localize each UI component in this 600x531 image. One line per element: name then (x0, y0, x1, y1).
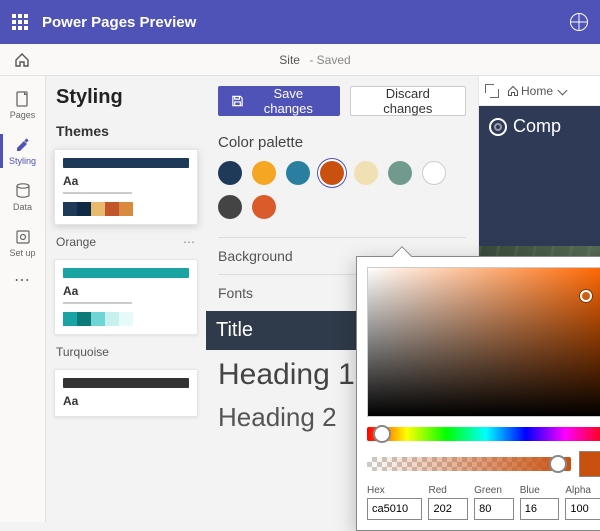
center-panel: Save changes Discard changes Color palet… (206, 76, 478, 522)
hex-input[interactable] (367, 498, 422, 520)
rail-label: Styling (9, 156, 36, 166)
current-color-chip (579, 451, 600, 477)
theme-sample-text: Aa (63, 394, 189, 408)
brush-icon (14, 136, 32, 154)
rail-item-data[interactable]: Data (0, 174, 46, 220)
theme-more[interactable]: ⋯ (183, 235, 196, 249)
green-label: Green (474, 485, 514, 496)
blue-input[interactable] (520, 498, 560, 520)
hex-label: Hex (367, 485, 422, 496)
save-label: Save changes (250, 86, 327, 116)
hue-slider[interactable] (367, 427, 600, 441)
nav-rail: Pages Styling Data Set up ⋯ (0, 76, 46, 522)
theme-card-turquoise[interactable]: Aa (54, 259, 198, 335)
pages-icon (14, 90, 32, 108)
data-icon (14, 182, 32, 200)
save-status: - Saved (309, 53, 350, 67)
home-icon (507, 85, 519, 97)
alpha-input[interactable] (565, 498, 600, 520)
alpha-slider[interactable] (367, 457, 571, 471)
red-input[interactable] (428, 498, 468, 520)
rail-label: Pages (10, 110, 36, 120)
color-picker-popover: Hex Red Green Blue Alpha (356, 256, 600, 531)
rail-more[interactable]: ⋯ (14, 270, 31, 290)
theme-line (63, 192, 132, 194)
theme-header (63, 158, 189, 168)
theme-line (63, 302, 132, 304)
breadcrumb-bar: Site - Saved (0, 44, 600, 76)
swatch-0[interactable] (218, 161, 242, 185)
preview-home-label: Home (521, 84, 553, 98)
swatch-7[interactable] (218, 195, 242, 219)
green-input[interactable] (474, 498, 514, 520)
site-status: Site - Saved (279, 53, 350, 67)
rail-label: Set up (9, 248, 35, 258)
site-header-preview: Comp (479, 106, 600, 246)
theme-name: Turquoise (56, 345, 109, 359)
rail-label: Data (13, 202, 32, 212)
theme-card-gray[interactable]: Aa (54, 369, 198, 417)
blue-label: Blue (520, 485, 560, 496)
app-title: Power Pages Preview (42, 14, 196, 31)
theme-sample-text: Aa (63, 174, 189, 188)
site-label: Site (279, 53, 300, 67)
swatch-4[interactable] (354, 161, 378, 185)
swatch-2[interactable] (286, 161, 310, 185)
app-topbar: Power Pages Preview (0, 0, 600, 44)
theme-card-orange[interactable]: Aa (54, 149, 198, 225)
themes-heading: Themes (54, 123, 198, 139)
theme-name: Orange (56, 235, 96, 249)
red-label: Red (428, 485, 468, 496)
save-icon (231, 94, 244, 108)
theme-swatches (63, 202, 189, 216)
hue-cursor[interactable] (373, 425, 391, 443)
site-title-preview: Comp (513, 116, 561, 136)
themes-panel: Styling Themes Aa Orange ⋯ Aa Turquoise (46, 76, 206, 522)
swatch-1[interactable] (252, 161, 276, 185)
expand-icon[interactable] (485, 84, 499, 98)
swatch-6[interactable] (422, 161, 446, 185)
alpha-cursor[interactable] (549, 455, 567, 473)
rail-item-styling[interactable]: Styling (0, 128, 46, 174)
color-palette (218, 161, 466, 219)
rail-item-pages[interactable]: Pages (0, 82, 46, 128)
theme-header (63, 378, 189, 388)
preview-home-link[interactable]: Home (507, 84, 566, 98)
sv-cursor[interactable] (580, 290, 592, 302)
setup-icon (14, 228, 32, 246)
color-fields: Hex Red Green Blue Alpha (367, 485, 600, 520)
alpha-label: Alpha (565, 485, 600, 496)
theme-sample-text: Aa (63, 284, 189, 298)
theme-header (63, 268, 189, 278)
styling-heading: Styling (54, 86, 198, 109)
logo-ring-icon (489, 118, 507, 136)
chevron-down-icon (558, 86, 568, 96)
rail-item-setup[interactable]: Set up (0, 220, 46, 266)
palette-heading: Color palette (218, 134, 466, 151)
swatch-5[interactable] (388, 161, 412, 185)
waffle-icon[interactable] (12, 14, 28, 30)
swatch-3[interactable] (320, 161, 344, 185)
save-button[interactable]: Save changes (218, 86, 340, 116)
preview-crumb: Home (479, 76, 600, 106)
discard-label: Discard changes (363, 86, 453, 116)
saturation-value-field[interactable] (367, 267, 600, 417)
home-icon[interactable] (14, 52, 30, 68)
globe-icon[interactable] (570, 13, 588, 31)
theme-swatches (63, 312, 189, 326)
swatch-8[interactable] (252, 195, 276, 219)
discard-button[interactable]: Discard changes (350, 86, 466, 116)
